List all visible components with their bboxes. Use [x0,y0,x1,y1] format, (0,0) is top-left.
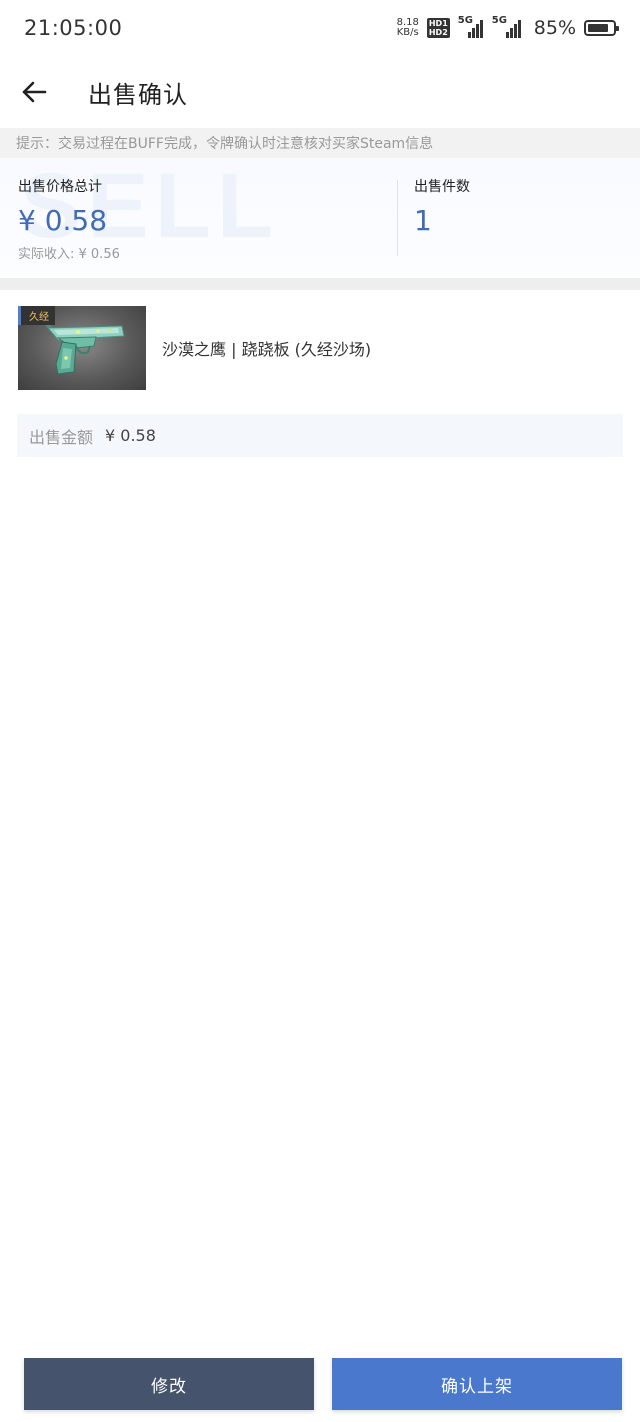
sale-amount-label: 出售金额 [29,427,94,447]
sale-summary: SELL 出售价格总计 ¥ 0.58 实际收入: ¥ 0.56 出售件数 1 [0,158,640,278]
status-icons: 8.18 KB/s HD1 HD2 5G 5G 85% [397,15,619,39]
back-arrow-icon [22,81,47,103]
total-price-value: ¥ 0.58 [18,204,108,237]
sale-amount-row: 出售金额 ¥ 0.58 [17,414,623,457]
page-title: 出售确认 [88,80,188,109]
signal-icon: 5G [457,15,484,38]
item-thumbnail: 久经 [18,306,146,390]
signal-label: 5G [457,15,473,26]
status-time: 21:05:00 [24,16,123,40]
count-block: 出售件数 1 [414,176,470,237]
battery-icon [584,20,619,36]
total-price-block: 出售价格总计 ¥ 0.58 实际收入: ¥ 0.56 [18,176,120,262]
network-speed-unit: KB/s [396,27,419,38]
actual-income: 实际收入: ¥ 0.56 [18,247,120,262]
signal-label: 5G [491,15,507,26]
confirm-listing-button[interactable]: 确认上架 [332,1358,622,1410]
bottom-action-bar: 修改 确认上架 [0,1358,640,1422]
item-name: 沙漠之鹰 | 跷跷板 (久经沙场) [162,340,372,359]
summary-divider [397,180,398,256]
count-label: 出售件数 [414,179,470,195]
signal-icon: 5G [491,15,526,38]
battery-fill [588,24,609,32]
battery-percent: 85% [533,17,576,39]
section-divider [0,278,640,290]
modify-button[interactable]: 修改 [24,1358,314,1410]
hd-icon: HD1 HD2 [426,18,450,38]
hd-badge-bottom: HD2 [428,28,448,37]
status-bar: 21:05:00 8.18 KB/s HD1 HD2 5G 5G 85% [0,0,640,56]
sale-amount-value: ¥ 0.58 [105,426,156,445]
hint-text: 提示：交易过程在BUFF完成，令牌确认时注意核对买家Steam信息 [16,136,434,152]
nav-bar: 出售确认 [0,62,640,122]
total-price-label: 出售价格总计 [18,179,102,195]
hint-bar: 提示：交易过程在BUFF完成，令牌确认时注意核对买家Steam信息 [0,128,640,158]
wear-badge: 久经 [18,306,55,325]
network-speed: 8.18 KB/s [397,18,419,38]
list-item[interactable]: 久经 沙漠之鹰 | 跷跷板 (久经沙场) [18,306,622,390]
count-value: 1 [414,204,432,237]
hd-badge-top: HD1 [428,19,448,28]
back-button[interactable] [14,72,54,112]
